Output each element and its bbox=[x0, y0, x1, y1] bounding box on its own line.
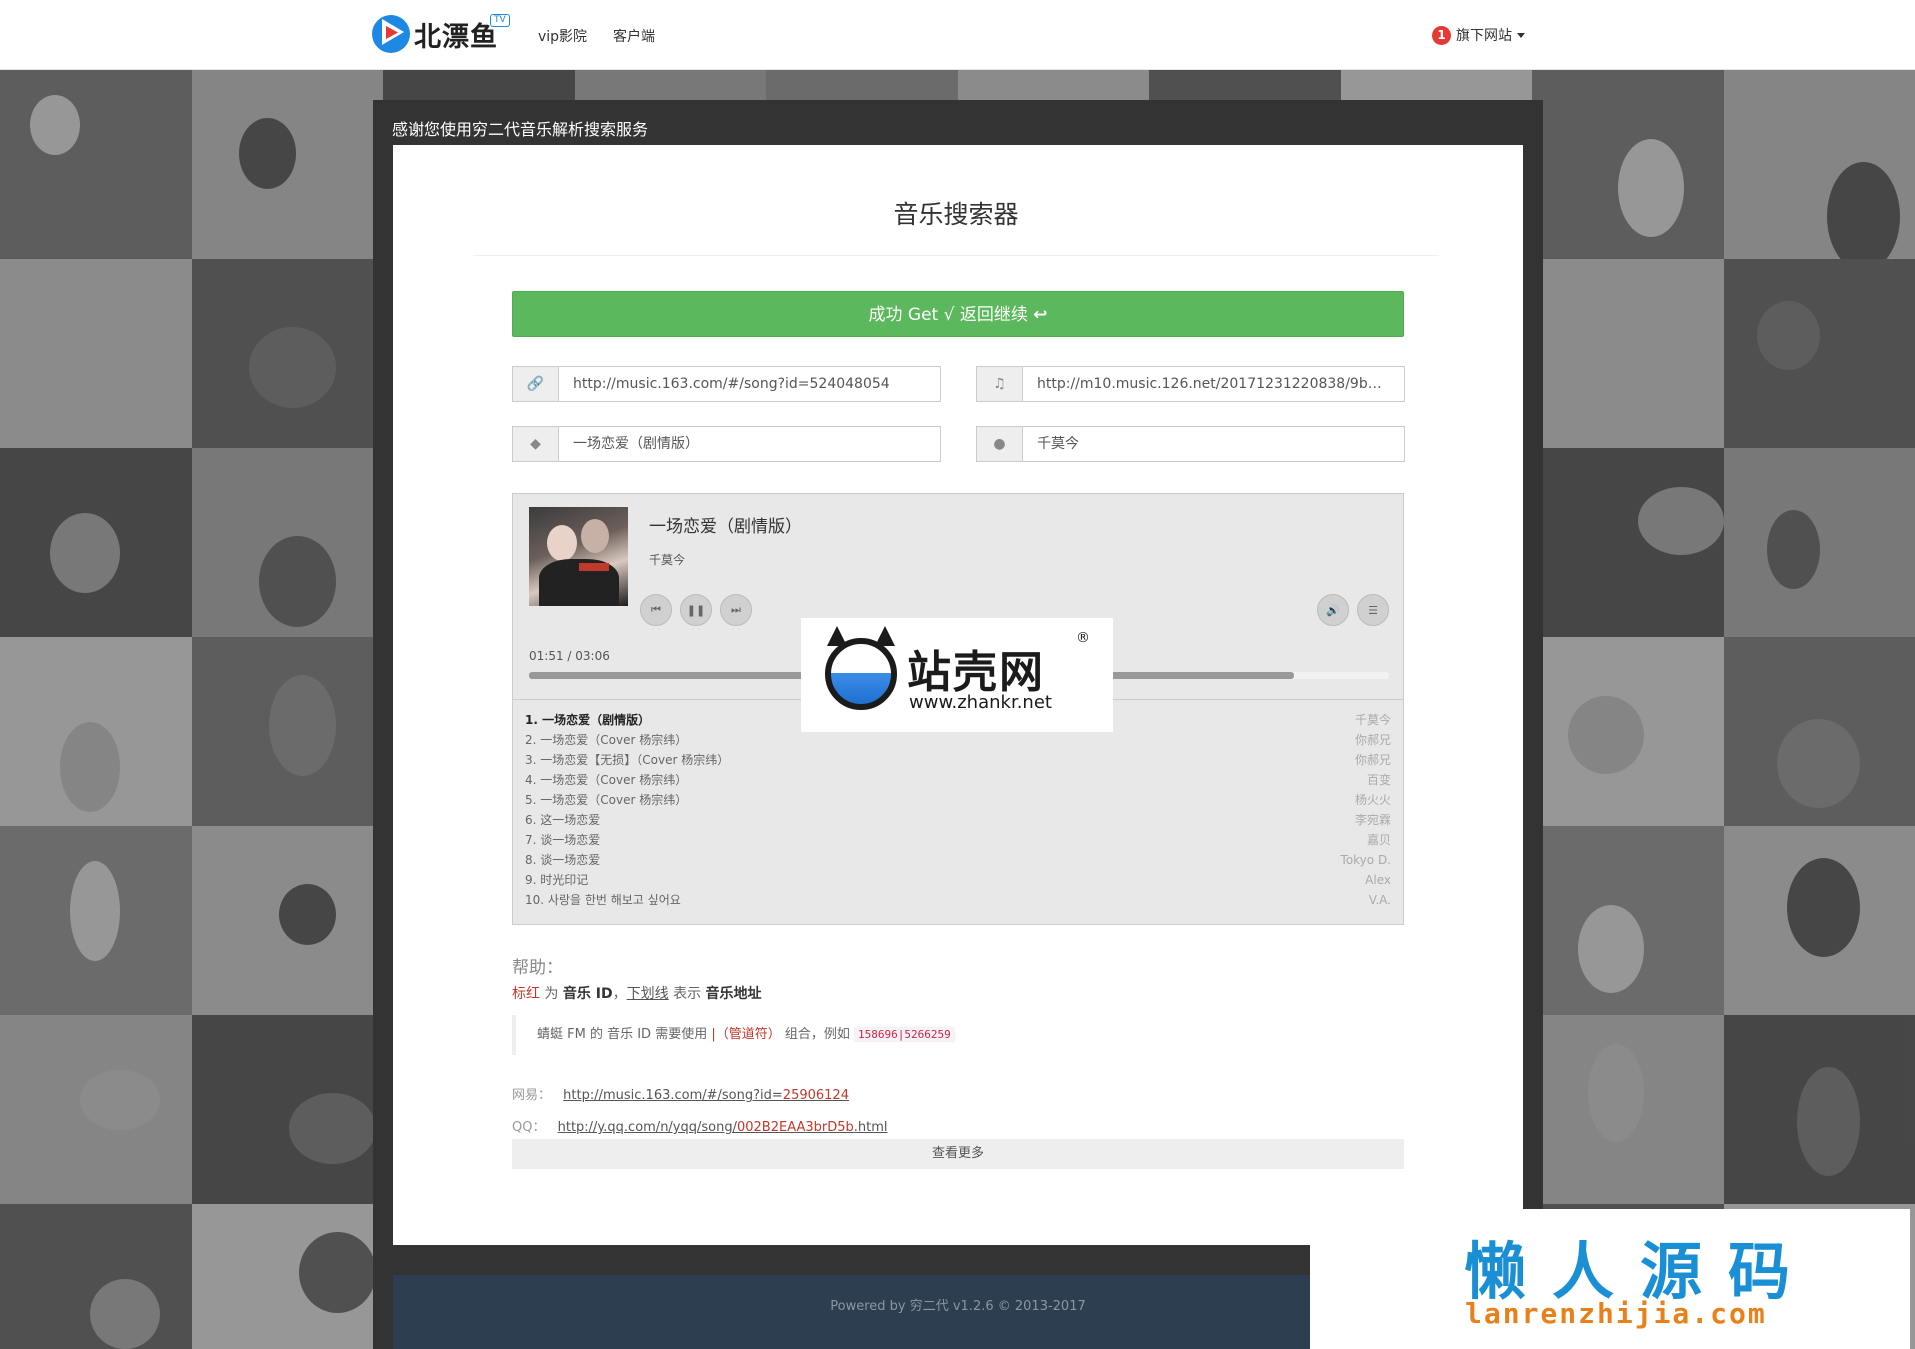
note-text-2: 组合，例如 bbox=[780, 1027, 854, 1042]
playlist-item-artist: 嘉贝 bbox=[1366, 833, 1391, 847]
playlist-item[interactable]: 4. 一场恋爱（Cover 杨宗纬） 百变 bbox=[525, 770, 1391, 790]
cat-logo-icon bbox=[825, 626, 897, 710]
site-logo[interactable]: 北漂鱼 TV bbox=[372, 12, 510, 56]
example-netease-link[interactable]: http://music.163.com/#/song?id=25906124 bbox=[563, 1088, 849, 1103]
player-song-artist: 千莫今 bbox=[649, 553, 686, 567]
playlist-item[interactable]: 7. 谈一场恋爱 嘉贝 bbox=[525, 830, 1391, 850]
zhankr-watermark: 站壳网 ® www.zhankr.net bbox=[801, 618, 1113, 732]
album-cover bbox=[529, 507, 628, 606]
tag-icon: ◆ bbox=[513, 427, 559, 461]
previous-icon[interactable]: ⏮ bbox=[640, 594, 672, 626]
playlist-item-name: 10. 사랑을 한번 해보고 싶어요 bbox=[525, 893, 681, 907]
nav-link-client[interactable]: 客户端 bbox=[613, 26, 655, 46]
playlist-menu-icon[interactable]: ☰ bbox=[1357, 594, 1389, 626]
audio-url-value[interactable]: http://m10.music.126.net/20171231220838/… bbox=[1023, 367, 1404, 401]
pause-icon[interactable]: ❚❚ bbox=[680, 594, 712, 626]
legend-music-addr: 音乐地址 bbox=[705, 986, 762, 1002]
legend-text-1: 为 bbox=[540, 986, 563, 1002]
playlist-item-name: 4. 一场恋爱（Cover 杨宗纬） bbox=[525, 773, 688, 787]
sites-dropdown-label: 旗下网站 bbox=[1456, 28, 1512, 44]
registered-mark: ® bbox=[1076, 630, 1090, 646]
playlist-item-artist: Alex bbox=[1365, 873, 1391, 887]
volume-icon[interactable]: 🔊 bbox=[1317, 594, 1349, 626]
page-title: 音乐搜索器 bbox=[473, 195, 1439, 256]
playlist-item-artist: 你郝兄 bbox=[1354, 753, 1391, 767]
player-time: 01:51 / 03:06 bbox=[529, 649, 610, 663]
playlist-item[interactable]: 3. 一场恋爱【无损】（Cover 杨宗纬） 你郝兄 bbox=[525, 750, 1391, 770]
lanren-watermark: 懒人源码 lanrenzhijia.com bbox=[1310, 1209, 1910, 1349]
notification-badge: 1 bbox=[1432, 25, 1451, 45]
example-qq-label: QQ： bbox=[512, 1120, 546, 1135]
example-qq-link[interactable]: http://y.qq.com/n/yqq/song/002B2EAA3brD5… bbox=[558, 1120, 888, 1135]
watermark-br-url: lanrenzhijia.com bbox=[1465, 1297, 1767, 1330]
example-netease-label: 网易： bbox=[512, 1088, 552, 1103]
playlist-item-name: 8. 谈一场恋爱 bbox=[525, 853, 601, 867]
legend-red: 标红 bbox=[512, 986, 540, 1002]
success-button-label: 成功 Get √ 返回继续 bbox=[868, 305, 1028, 325]
top-navbar: 北漂鱼 TV vip影院 客户端 1 旗下网站 bbox=[0, 0, 1915, 70]
watermark-zh: 站壳网 bbox=[907, 647, 1045, 698]
logo-text: 北漂鱼 bbox=[414, 21, 498, 53]
note-text-1: 蜻蜓 FM 的 音乐 ID 需要使用 bbox=[537, 1027, 712, 1042]
artist-value[interactable]: 千莫今 bbox=[1023, 427, 1404, 461]
playlist-item[interactable]: 9. 时光印记 Alex bbox=[525, 870, 1391, 890]
playlist-item[interactable]: 8. 谈一场恋爱 Tokyo D. bbox=[525, 850, 1391, 870]
note-pipe: |（管道符） bbox=[711, 1027, 781, 1042]
song-url-field[interactable]: 🔗 http://music.163.com/#/song?id=5240480… bbox=[512, 366, 941, 402]
playlist-item[interactable]: 2. 一场恋爱（Cover 杨宗纬） 你郝兄 bbox=[525, 730, 1391, 750]
playlist-item-artist: Tokyo D. bbox=[1340, 853, 1391, 867]
logo-play-icon bbox=[372, 15, 410, 53]
legend-text-3: 表示 bbox=[668, 986, 706, 1002]
nav-link-vip[interactable]: vip影院 bbox=[538, 26, 587, 46]
view-more-button[interactable]: 查看更多 bbox=[512, 1139, 1404, 1169]
legend-underline: 下划线 bbox=[626, 986, 669, 1002]
caret-down-icon bbox=[1517, 32, 1525, 38]
success-return-button[interactable]: 成功 Get √ 返回继续 ↩ bbox=[512, 291, 1404, 337]
sites-dropdown[interactable]: 1 旗下网站 bbox=[1432, 25, 1525, 45]
example-qq: QQ： http://y.qq.com/n/yqq/song/002B2EAA3… bbox=[512, 1116, 888, 1135]
playlist-item[interactable]: 10. 사랑을 한번 해보고 싶어요 V.A. bbox=[525, 890, 1391, 910]
next-icon[interactable]: ⏭ bbox=[720, 594, 752, 626]
playlist-item-artist: 千莫今 bbox=[1354, 713, 1391, 727]
playlist-item[interactable]: 5. 一场恋爱（Cover 杨宗纬） 杨火火 bbox=[525, 790, 1391, 810]
legend-text-2: ， bbox=[612, 986, 627, 1002]
example-netease: 网易： http://music.163.com/#/song?id=25906… bbox=[512, 1084, 849, 1103]
artist-field[interactable]: ● 千莫今 bbox=[976, 426, 1405, 462]
help-legend: 标红 为 音乐 ID，下划线 表示 音乐地址 bbox=[512, 983, 762, 1003]
playlist-item-name: 3. 一场恋爱【无损】（Cover 杨宗纬） bbox=[525, 753, 730, 767]
playlist-item-name: 6. 这一场恋爱 bbox=[525, 813, 601, 827]
logo-tv-badge: TV bbox=[490, 14, 510, 27]
playlist-item-artist: 你郝兄 bbox=[1354, 733, 1391, 747]
user-icon: ● bbox=[977, 427, 1023, 461]
help-title: 帮助： bbox=[512, 958, 563, 978]
player-song-title: 一场恋爱（剧情版） bbox=[649, 517, 802, 537]
playlist-item-artist: V.A. bbox=[1368, 893, 1391, 907]
title-value[interactable]: 一场恋爱（剧情版） bbox=[559, 427, 940, 461]
playlist-item[interactable]: 6. 这一场恋爱 李宛霖 bbox=[525, 810, 1391, 830]
song-url-value[interactable]: http://music.163.com/#/song?id=524048054 bbox=[559, 367, 940, 401]
link-icon: 🔗 bbox=[513, 367, 559, 401]
playlist-item-name: 5. 一场恋爱（Cover 杨宗纬） bbox=[525, 793, 688, 807]
reply-arrow-icon: ↩ bbox=[1033, 305, 1048, 325]
watermark-url: www.zhankr.net bbox=[909, 692, 1052, 713]
playlist-item-name: 1. 一场恋爱（剧情版） bbox=[525, 713, 651, 727]
help-note: 蜻蜓 FM 的 音乐 ID 需要使用 |（管道符） 组合，例如 158696|5… bbox=[512, 1015, 1212, 1055]
note-code: 158696|5266259 bbox=[854, 1027, 955, 1042]
playlist-item-name: 2. 一场恋爱（Cover 杨宗纬） bbox=[525, 733, 688, 747]
music-note-icon: ♫ bbox=[977, 367, 1023, 401]
playlist: 1. 一场恋爱（剧情版） 千莫今 2. 一场恋爱（Cover 杨宗纬） 你郝兄 3. 一… bbox=[513, 699, 1403, 924]
audio-url-field[interactable]: ♫ http://m10.music.126.net/2017123122083… bbox=[976, 366, 1405, 402]
playlist-item-name: 9. 时光印记 bbox=[525, 873, 589, 887]
playlist-item-artist: 百变 bbox=[1366, 773, 1391, 787]
playlist-item-name: 7. 谈一场恋爱 bbox=[525, 833, 601, 847]
title-field[interactable]: ◆ 一场恋爱（剧情版） bbox=[512, 426, 941, 462]
playlist-item-artist: 李宛霖 bbox=[1354, 813, 1391, 827]
legend-music-id: 音乐 ID bbox=[562, 986, 613, 1002]
frame-title: 感谢您使用穷二代音乐解析搜索服务 bbox=[392, 120, 649, 139]
playlist-item-artist: 杨火火 bbox=[1354, 793, 1391, 807]
